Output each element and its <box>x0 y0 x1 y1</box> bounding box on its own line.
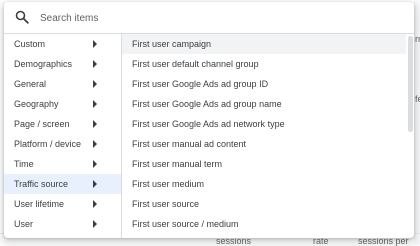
chevron-right-icon <box>93 40 97 48</box>
scrollbar-thumb[interactable] <box>408 36 413 132</box>
chevron-right-icon <box>93 180 97 188</box>
search-icon <box>15 10 29 24</box>
dimension-item[interactable]: First user campaign <box>122 34 406 54</box>
chevron-right-icon <box>93 140 97 148</box>
dimension-item[interactable]: First user manual ad content <box>122 134 406 154</box>
category-user-lifetime[interactable]: User lifetime <box>4 194 121 214</box>
category-label: Geography <box>14 99 59 109</box>
dimension-list: First user campaign First user default c… <box>122 34 414 238</box>
category-general[interactable]: General <box>4 74 121 94</box>
category-time[interactable]: Time <box>4 154 121 174</box>
dimension-item[interactable]: First user Google Ads ad network type <box>122 114 406 134</box>
category-label: General <box>14 79 47 89</box>
chevron-right-icon <box>93 120 97 128</box>
dimension-item[interactable]: First user source / medium <box>122 214 406 234</box>
category-label: Demographics <box>14 59 73 69</box>
chevron-right-icon <box>93 220 97 228</box>
chevron-right-icon <box>93 160 97 168</box>
category-label: Page / screen <box>14 119 70 129</box>
category-label: Time <box>14 159 34 169</box>
search-bar <box>4 2 414 34</box>
chevron-right-icon <box>93 200 97 208</box>
category-user[interactable]: User <box>4 214 121 234</box>
dimension-item[interactable]: First user medium <box>122 174 406 194</box>
category-platform-device[interactable]: Platform / device <box>4 134 121 154</box>
category-page-screen[interactable]: Page / screen <box>4 114 121 134</box>
dimension-item[interactable]: First user Google Ads ad group ID <box>122 74 406 94</box>
category-label: User <box>14 219 34 229</box>
category-geography[interactable]: Geography <box>4 94 121 114</box>
category-list: Custom Demographics General Geography Pa… <box>4 34 122 238</box>
category-label: Traffic source <box>14 179 69 189</box>
dimension-item[interactable]: First user source <box>122 194 406 214</box>
search-input[interactable] <box>40 9 380 27</box>
chevron-right-icon <box>93 100 97 108</box>
category-label: Platform / device <box>14 139 82 149</box>
chevron-right-icon <box>93 60 97 68</box>
chevron-right-icon <box>93 80 97 88</box>
category-custom[interactable]: Custom <box>4 34 121 54</box>
dimension-item[interactable]: First user Google Ads ad group name <box>122 94 406 114</box>
category-label: Custom <box>14 39 46 49</box>
scrollbar[interactable] <box>408 34 413 238</box>
background-text-fragment: fe <box>415 94 420 104</box>
dimension-picker-popup: Custom Demographics General Geography Pa… <box>4 2 414 238</box>
background-text-fragment: rn <box>415 34 420 44</box>
category-label: User lifetime <box>14 199 65 209</box>
dimension-item[interactable]: First user manual term <box>122 154 406 174</box>
dimension-item[interactable]: First user default channel group <box>122 54 406 74</box>
category-traffic-source[interactable]: Traffic source <box>4 174 121 194</box>
category-demographics[interactable]: Demographics <box>4 54 121 74</box>
